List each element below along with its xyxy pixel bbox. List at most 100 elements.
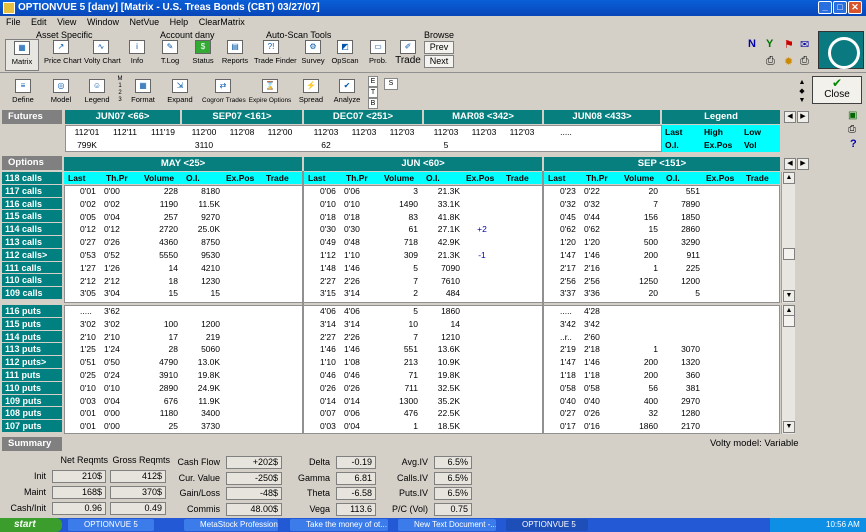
put-cell[interactable] xyxy=(134,305,178,318)
column-header-oi[interactable]: O.I. xyxy=(186,172,200,184)
put-cell[interactable] xyxy=(222,343,262,356)
call-cell[interactable]: 7 xyxy=(374,275,418,288)
put-cell[interactable] xyxy=(462,407,502,420)
put-cell[interactable] xyxy=(462,305,502,318)
flag-icon[interactable]: ⚑ xyxy=(784,38,794,51)
put-cell[interactable]: 0'10 xyxy=(100,382,134,395)
call-cell[interactable]: 309 xyxy=(374,249,418,262)
put-cell[interactable]: 476 xyxy=(374,407,418,420)
calls-scroll-down[interactable]: ▼ xyxy=(783,290,795,302)
futures-month-mar08[interactable]: MAR08 <342> xyxy=(424,110,542,124)
puts-scroll-down[interactable]: ▼ xyxy=(783,421,795,433)
trade-button[interactable]: ✐ Trade xyxy=(391,39,425,71)
call-cell[interactable] xyxy=(222,185,262,198)
menu-clearmatrix[interactable]: ClearMatrix xyxy=(199,17,245,27)
side-tool-icon-1[interactable]: ▣ xyxy=(848,110,857,121)
call-cell[interactable]: 0'45 xyxy=(544,211,580,224)
put-cell[interactable]: 35.2K xyxy=(418,395,460,408)
call-cell[interactable]: 3'15 xyxy=(304,287,340,300)
call-cell[interactable]: 2'16 xyxy=(580,262,614,275)
scroll-left-futures[interactable]: ◀ xyxy=(784,111,796,123)
column-header-last[interactable]: Last xyxy=(548,172,565,184)
arrange-arrows[interactable]: ▲ ◆ ▼ xyxy=(796,78,808,106)
call-cell[interactable]: 3'04 xyxy=(100,287,134,300)
call-cell[interactable] xyxy=(222,275,262,288)
put-cell[interactable]: 1320 xyxy=(658,356,700,369)
futures-month-dec07[interactable]: DEC07 <251> xyxy=(304,110,422,124)
call-cell[interactable]: 1'46 xyxy=(580,249,614,262)
column-header-expos[interactable]: Ex.Pos xyxy=(706,172,734,184)
call-cell[interactable]: 156 xyxy=(614,211,658,224)
column-header-last[interactable]: Last xyxy=(68,172,85,184)
n-icon[interactable]: N xyxy=(748,38,756,50)
side-tool-icon-2[interactable]: ⎙ xyxy=(848,124,856,135)
call-cell[interactable]: 228 xyxy=(134,185,178,198)
put-cell[interactable] xyxy=(614,305,658,318)
scroll-left-options[interactable]: ◀ xyxy=(784,158,796,170)
call-cell[interactable]: 3'36 xyxy=(580,287,614,300)
task-take-money[interactable]: Take the money of ot... xyxy=(290,519,388,531)
call-cell[interactable]: 7890 xyxy=(658,198,700,211)
put-cell[interactable]: 551 xyxy=(374,343,418,356)
call-cell[interactable]: 1'10 xyxy=(340,249,374,262)
put-cell[interactable]: 1 xyxy=(374,420,418,433)
call-cell[interactable]: 9530 xyxy=(178,249,220,262)
call-cell[interactable]: 14 xyxy=(134,262,178,275)
call-cell[interactable]: 0'18 xyxy=(304,211,340,224)
put-cell[interactable] xyxy=(462,318,502,331)
call-cell[interactable]: 7 xyxy=(614,198,658,211)
call-cell[interactable]: 20 xyxy=(614,287,658,300)
call-cell[interactable]: 21.3K xyxy=(418,249,460,262)
put-cell[interactable]: 0'00 xyxy=(100,407,134,420)
call-cell[interactable] xyxy=(222,211,262,224)
put-cell[interactable]: 3'42 xyxy=(580,318,614,331)
call-cell[interactable] xyxy=(702,211,742,224)
put-cell[interactable]: 0'51 xyxy=(64,356,100,369)
call-cell[interactable]: 0'62 xyxy=(580,223,614,236)
put-cell[interactable]: 0'40 xyxy=(580,395,614,408)
put-cell[interactable]: 1'46 xyxy=(304,343,340,356)
put-cell[interactable] xyxy=(462,382,502,395)
put-cell[interactable] xyxy=(222,369,262,382)
put-cell[interactable]: 1'08 xyxy=(340,356,374,369)
put-cell[interactable]: 13.0K xyxy=(178,356,220,369)
task-optionvue[interactable]: OPTIONVUE 5 xyxy=(68,519,154,531)
calls-scrollbar[interactable]: ▲ ▼ xyxy=(781,172,795,303)
put-cell[interactable]: 1'10 xyxy=(304,356,340,369)
call-cell[interactable]: 7610 xyxy=(418,275,460,288)
put-cell[interactable] xyxy=(658,305,700,318)
task-optionvue-2[interactable]: OPTIONVUE 5 xyxy=(506,519,588,531)
call-cell[interactable]: 15 xyxy=(178,287,220,300)
put-cell[interactable]: 200 xyxy=(614,356,658,369)
volty-chart-button[interactable]: ∿ Volty Chart xyxy=(84,39,121,71)
put-cell[interactable]: 2'10 xyxy=(64,331,100,344)
call-cell[interactable]: 2'56 xyxy=(580,275,614,288)
put-cell[interactable]: 13.6K xyxy=(418,343,460,356)
put-cell[interactable]: 1280 xyxy=(658,407,700,420)
call-cell[interactable]: 200 xyxy=(614,249,658,262)
put-cell[interactable] xyxy=(222,382,262,395)
put-cell[interactable]: 0'03 xyxy=(304,420,340,433)
prob-button[interactable]: ▭ Prob. xyxy=(361,39,395,71)
put-cell[interactable]: 0'40 xyxy=(544,395,580,408)
call-cell[interactable]: 3'14 xyxy=(340,287,374,300)
put-cell[interactable]: 3'14 xyxy=(340,318,374,331)
call-cell[interactable]: 2'56 xyxy=(544,275,580,288)
call-cell[interactable] xyxy=(462,211,502,224)
put-cell[interactable]: 0'16 xyxy=(580,420,614,433)
call-cell[interactable]: 61 xyxy=(374,223,418,236)
call-cell[interactable] xyxy=(462,185,502,198)
call-cell[interactable]: 0'01 xyxy=(64,185,100,198)
call-cell[interactable]: 0'02 xyxy=(64,198,100,211)
survey-button[interactable]: ⚙ Survey xyxy=(296,39,330,71)
call-strike-label[interactable]: 114 calls xyxy=(2,223,62,236)
put-cell[interactable]: 1860 xyxy=(418,305,460,318)
call-cell[interactable]: 0'62 xyxy=(544,223,580,236)
y-icon[interactable]: Y xyxy=(766,38,773,50)
call-cell[interactable] xyxy=(462,287,502,300)
put-cell[interactable]: 3910 xyxy=(134,369,178,382)
put-cell[interactable] xyxy=(658,318,700,331)
put-cell[interactable] xyxy=(702,382,742,395)
put-cell[interactable]: 2970 xyxy=(658,395,700,408)
put-cell[interactable]: 2890 xyxy=(134,382,178,395)
